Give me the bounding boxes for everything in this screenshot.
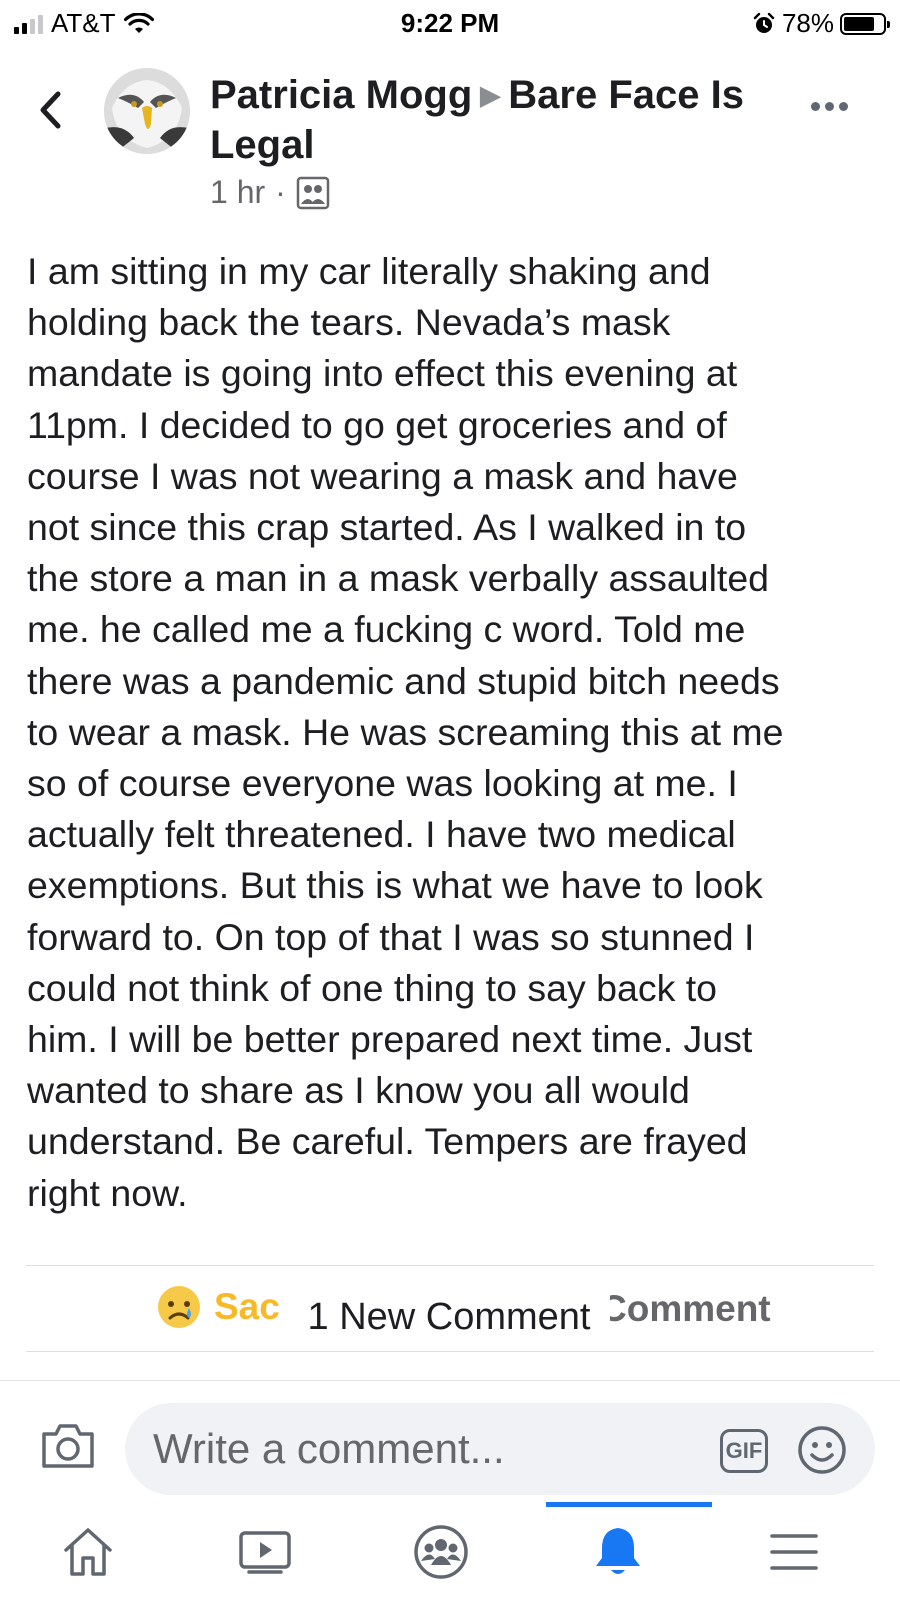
more-options-button[interactable] [811,102,848,111]
groups-icon [414,1525,468,1579]
back-button[interactable] [30,88,70,132]
caret-right-icon: ▶ [480,80,501,110]
status-bar: AT&T 9:22 PM 78% [0,0,900,46]
sad-face-icon [158,1286,200,1328]
alarm-clock-icon [753,12,775,33]
post-timestamp[interactable]: 1 hr [210,174,265,211]
sad-reaction-button[interactable]: Sac [156,1284,280,1330]
gif-button[interactable]: GIF [720,1429,768,1473]
emoji-icon[interactable] [797,1425,847,1475]
bald-eagle-avatar-icon [104,68,190,154]
battery-icon [840,12,890,35]
battery-percent: 78% [781,8,834,38]
meta-separator: · [275,174,286,210]
tab-home[interactable] [58,1522,118,1582]
chevron-left-icon [40,91,61,129]
comment-composer: GIF [0,1380,900,1500]
post-header: Patricia Mogg ▶ Bare Face Is Legal 1 hr · [0,64,900,224]
tab-notifications[interactable] [588,1522,648,1582]
tab-watch[interactable] [235,1522,295,1582]
author-name[interactable]: Patricia Mogg [210,73,472,117]
group-members-icon [296,176,330,209]
battery-level [844,16,874,31]
tab-groups[interactable] [411,1522,471,1582]
divider [26,1351,874,1352]
home-icon [64,1528,112,1576]
tab-menu[interactable] [764,1522,824,1582]
watch-icon [239,1531,291,1574]
comment-button[interactable]: Comment [600,1288,771,1330]
post-body: I am sitting in my car literally shaking… [27,250,784,1214]
post-title: Patricia Mogg ▶ Bare Face Is Legal [210,70,790,170]
active-tab-indicator [546,1502,712,1507]
status-right: 78% [752,8,890,39]
post-meta: 1 hr · [210,174,330,211]
menu-icon [770,1534,818,1570]
camera-icon[interactable] [40,1420,96,1470]
avatar[interactable] [104,68,190,154]
new-comment-pill[interactable]: 1 New Comment [288,1282,610,1352]
reaction-label: Sac [214,1286,280,1327]
bottom-tab-bar [0,1508,900,1600]
notifications-icon [596,1528,640,1574]
